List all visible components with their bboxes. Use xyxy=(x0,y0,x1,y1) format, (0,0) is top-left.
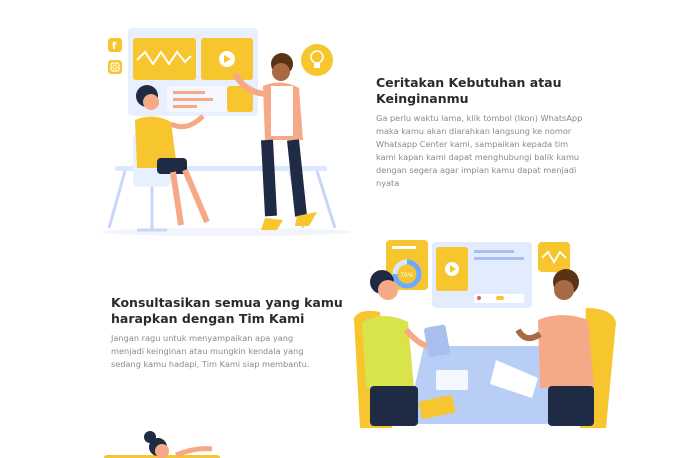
illustration-consultation-svg: 70% xyxy=(354,240,616,428)
section-title-customer-needs: Ceritakan Kebutuhan atau Keinginanmu xyxy=(376,75,562,106)
illustration-consultation: 70% xyxy=(350,238,620,433)
chart-badge: 70% xyxy=(400,272,414,279)
section-description-customer-needs: Ga perlu waktu lama, klik tombol (Ikon) … xyxy=(376,113,583,188)
svg-text:f: f xyxy=(112,41,117,52)
instagram-icon xyxy=(108,60,122,74)
section-description-consultation: Jangan ragu untuk menyampaikan apa yang … xyxy=(111,333,310,369)
lightbulb-icon xyxy=(301,44,333,76)
illustration-next-step xyxy=(100,425,230,458)
section-title-consultation: Konsultasikan semua yang kamu harapkan d… xyxy=(111,295,343,326)
illustration-customer-needs-svg: f xyxy=(100,28,350,236)
illustration-customer-needs: f xyxy=(95,20,355,245)
illustration-next-step-svg xyxy=(104,431,220,458)
